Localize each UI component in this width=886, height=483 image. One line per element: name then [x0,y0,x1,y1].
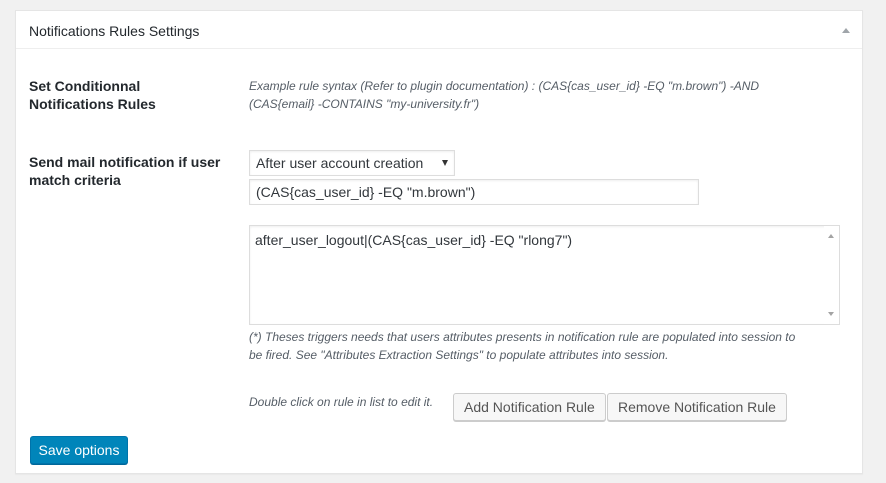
rules-label-line1: Set Conditionnal [29,78,141,94]
panel-header: Notifications Rules Settings [16,11,862,49]
rule-syntax-hint-line1: Example rule syntax (Refer to plugin doc… [249,79,760,93]
remove-notification-rule-button[interactable]: Remove Notification Rule [607,393,787,421]
triggers-note: (*) Theses triggers needs that users att… [249,328,795,364]
rules-list-scrollbar[interactable] [824,226,839,324]
mail-notification-label-line1: Send mail notification if user [29,154,221,170]
rule-syntax-hint-line2: (CAS{email} -CONTAINS "my-university.fr"… [249,97,480,111]
scroll-down-arrow-icon[interactable] [828,312,834,316]
rules-label: Set Conditionnal Notifications Rules [29,77,156,113]
panel-title: Notifications Rules Settings [29,23,200,39]
chevron-down-icon [442,160,448,166]
rules-list-box[interactable]: after_user_logout|(CAS{cas_user_id} -EQ … [249,225,840,325]
mail-notification-label-line2: match criteria [29,172,121,188]
trigger-select[interactable]: After user account creation [249,150,455,176]
notifications-rules-panel: Notifications Rules Settings Set Conditi… [15,10,863,474]
save-options-button[interactable]: Save options [30,436,128,464]
mail-notification-label: Send mail notification if user match cri… [29,153,220,189]
add-notification-rule-button[interactable]: Add Notification Rule [453,393,606,421]
rule-syntax-hint: Example rule syntax (Refer to plugin doc… [249,77,759,113]
edit-rule-hint: Double click on rule in list to edit it. [249,395,434,409]
triggers-note-line1: (*) Theses triggers needs that users att… [249,330,796,344]
rules-list-item[interactable]: after_user_logout|(CAS{cas_user_id} -EQ … [255,231,572,249]
collapse-toggle-icon[interactable] [840,24,852,36]
trigger-select-value: After user account creation [256,155,424,171]
rule-input[interactable]: (CAS{cas_user_id} -EQ "m.brown") [249,179,699,205]
rules-label-line2: Notifications Rules [29,96,156,112]
triggers-note-line2: be fired. See "Attributes Extraction Set… [249,348,669,362]
scroll-up-arrow-icon[interactable] [828,234,834,238]
